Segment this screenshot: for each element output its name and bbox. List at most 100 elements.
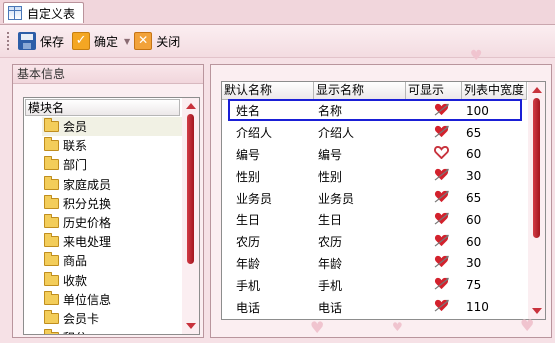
display-name-cell[interactable]: 业务员 — [314, 190, 406, 207]
folder-icon — [44, 309, 59, 324]
scroll-thumb[interactable] — [533, 98, 540, 238]
default-name-cell[interactable]: 农历 — [222, 233, 314, 250]
header-list-width[interactable]: 列表中宽度 — [462, 82, 527, 99]
visible-cell[interactable] — [406, 146, 462, 162]
default-name-cell[interactable]: 编号 — [222, 146, 314, 163]
display-name-cell[interactable]: 生日 — [314, 211, 406, 228]
heart-arrow-icon[interactable] — [434, 255, 449, 271]
list-width-cell[interactable]: 60 — [462, 147, 527, 161]
display-name-cell[interactable]: 编号 — [314, 146, 406, 163]
module-item[interactable]: 来电处理 — [42, 232, 182, 251]
table-row[interactable]: 年龄 年龄 30 — [222, 253, 527, 275]
module-items: 会员联系部门家庭成员积分兑换历史价格来电处理商品收款单位信息会员卡积分 — [42, 117, 182, 334]
visible-cell[interactable] — [406, 212, 462, 228]
list-width-cell[interactable]: 60 — [462, 235, 527, 249]
heart-outline-icon[interactable] — [433, 146, 449, 162]
default-name-cell[interactable]: 介绍人 — [222, 124, 314, 141]
tab-custom-table[interactable]: 自定义表 — [3, 2, 85, 23]
module-item[interactable]: 会员卡 — [42, 309, 182, 328]
tab-label: 自定义表 — [27, 6, 76, 21]
scroll-up-arrow-icon[interactable] — [186, 103, 196, 109]
table-row[interactable]: 性别 性别 30 — [222, 165, 527, 187]
heart-arrow-icon[interactable] — [434, 190, 449, 206]
heart-arrow-icon[interactable] — [434, 125, 449, 141]
header-display-name[interactable]: 显示名称 — [314, 82, 406, 99]
folder-icon — [44, 271, 59, 286]
module-item-label: 商品 — [63, 254, 88, 269]
default-name-cell[interactable]: 生日 — [222, 211, 314, 228]
visible-cell[interactable] — [406, 234, 462, 250]
module-item[interactable]: 联系 — [42, 136, 182, 155]
close-button[interactable]: ✕ 关闭 — [134, 28, 180, 54]
toolbar-grip[interactable] — [7, 32, 12, 50]
module-item[interactable]: 商品 — [42, 251, 182, 270]
display-name-cell[interactable]: 介绍人 — [314, 124, 406, 141]
module-column-header[interactable]: 模块名 — [25, 99, 180, 116]
save-label: 保存 — [40, 34, 65, 49]
table-row[interactable]: 农历 农历 60 — [222, 231, 527, 253]
default-name-cell[interactable]: 电话 — [222, 299, 314, 316]
module-item-label: 家庭成员 — [63, 177, 112, 192]
table-row[interactable]: 电话 电话 110 — [222, 296, 527, 318]
header-visible[interactable]: 可显示 — [406, 82, 462, 99]
module-item[interactable]: 收款 — [42, 271, 182, 290]
module-item-label: 积分 — [63, 329, 87, 334]
close-icon: ✕ — [134, 32, 153, 50]
table-row[interactable]: 手机 手机 75 — [222, 274, 527, 296]
ok-dropdown-arrow-icon[interactable]: ▼ — [124, 37, 130, 46]
module-list[interactable]: 模块名 会员联系部门家庭成员积分兑换历史价格来电处理商品收款单位信息会员卡积分 — [23, 97, 200, 335]
list-width-cell[interactable]: 65 — [462, 191, 527, 205]
display-name-cell[interactable]: 农历 — [314, 233, 406, 250]
module-item[interactable]: 部门 — [42, 155, 182, 174]
module-item[interactable]: 历史价格 — [42, 213, 182, 232]
display-name-cell[interactable]: 性别 — [314, 168, 406, 185]
basic-info-title: 基本信息 — [13, 65, 203, 84]
module-item[interactable]: 积分兑换 — [42, 194, 182, 213]
visible-cell[interactable] — [406, 125, 462, 141]
heart-arrow-icon[interactable] — [434, 212, 449, 228]
default-name-cell[interactable]: 手机 — [222, 277, 314, 294]
heart-arrow-icon[interactable] — [434, 277, 449, 293]
display-name-cell[interactable]: 手机 — [314, 277, 406, 294]
module-item[interactable]: 家庭成员 — [42, 175, 182, 194]
module-item[interactable]: 单位信息 — [42, 290, 182, 309]
table-row[interactable]: 生日 生日 60 — [222, 209, 527, 231]
visible-cell[interactable] — [406, 168, 462, 184]
table-row[interactable]: 业务员 业务员 65 — [222, 187, 527, 209]
visible-cell[interactable] — [406, 255, 462, 271]
default-name-cell[interactable]: 年龄 — [222, 255, 314, 272]
list-width-cell[interactable]: 60 — [462, 213, 527, 227]
ok-label: 确定 — [94, 34, 119, 49]
ok-button[interactable]: ✓ 确定 — [72, 28, 118, 54]
save-button[interactable]: 保存 — [18, 28, 64, 54]
module-list-scrollbar[interactable] — [182, 98, 199, 334]
table-row[interactable]: 编号 编号 60 — [222, 144, 527, 166]
visible-cell[interactable] — [406, 299, 462, 315]
scroll-up-arrow-icon[interactable] — [532, 87, 542, 93]
module-item-label: 部门 — [63, 158, 88, 173]
scroll-down-arrow-icon[interactable] — [532, 308, 542, 314]
default-name-cell[interactable]: 性别 — [222, 168, 314, 185]
module-item[interactable]: 积分 — [42, 328, 182, 334]
list-width-cell[interactable]: 110 — [462, 300, 527, 314]
display-name-cell[interactable]: 电话 — [314, 299, 406, 316]
scroll-down-arrow-icon[interactable] — [186, 323, 196, 329]
heart-arrow-icon[interactable] — [434, 168, 449, 184]
field-grid[interactable]: 默认名称 显示名称 可显示 列表中宽度 姓名 名称 100 介绍人 介绍人 65 编号 编号 6… — [221, 81, 546, 320]
list-width-cell[interactable]: 30 — [462, 169, 527, 183]
folder-icon — [44, 290, 59, 305]
display-name-cell[interactable]: 年龄 — [314, 255, 406, 272]
module-item[interactable]: 会员 — [42, 117, 182, 137]
header-default-name[interactable]: 默认名称 — [222, 82, 314, 99]
list-width-cell[interactable]: 65 — [462, 126, 527, 140]
list-width-cell[interactable]: 75 — [462, 278, 527, 292]
table-row[interactable]: 介绍人 介绍人 65 — [222, 122, 527, 144]
heart-arrow-icon[interactable] — [434, 299, 449, 315]
visible-cell[interactable] — [406, 277, 462, 293]
scroll-thumb[interactable] — [187, 114, 194, 264]
list-width-cell[interactable]: 30 — [462, 256, 527, 270]
heart-arrow-icon[interactable] — [434, 234, 449, 250]
default-name-cell[interactable]: 业务员 — [222, 190, 314, 207]
grid-scrollbar[interactable] — [528, 82, 545, 319]
visible-cell[interactable] — [406, 190, 462, 206]
